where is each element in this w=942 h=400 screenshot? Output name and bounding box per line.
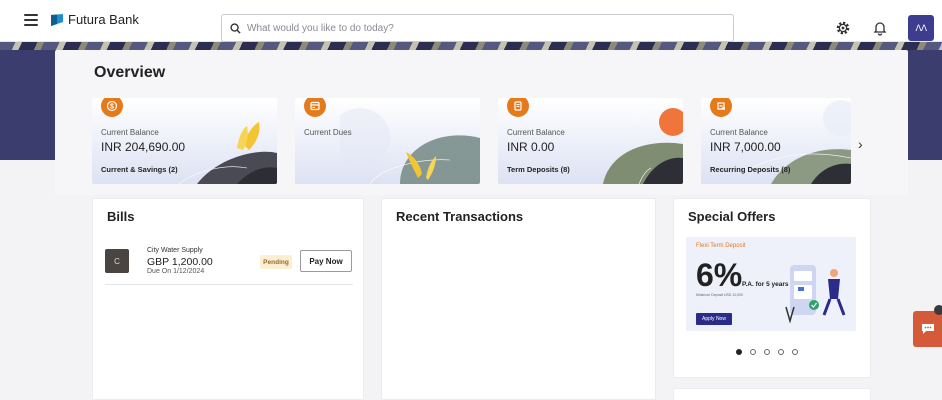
top-bar: Futura Bank ΛΛ: [0, 0, 942, 42]
card-label: Current Balance: [507, 128, 565, 137]
brand-name[interactable]: Futura Bank: [68, 12, 139, 27]
biller-name: City Water Supply: [147, 247, 203, 254]
carousel-dot[interactable]: [778, 349, 784, 355]
offer-period: P.A. for 5 years: [742, 281, 789, 288]
offer-tag: Flexi Term Deposit: [696, 243, 746, 249]
overview-card-current-savings[interactable]: $ Current Balance INR 204,690.00 Current…: [92, 98, 277, 184]
bill-amount: GBP 1,200.00: [147, 256, 213, 268]
search-input[interactable]: [247, 22, 707, 34]
offer-banner[interactable]: Flexi Term Deposit 6% P.A. for 5 years M…: [686, 237, 856, 331]
overview-card-term-deposits[interactable]: Current Balance INR 0.00 Term Deposits (…: [498, 98, 683, 184]
svg-text:$: $: [110, 104, 114, 111]
card-subtitle: Recurring Deposits (8): [710, 165, 791, 174]
overview-section: Overview $ Current Balance INR 204,690.0…: [55, 50, 908, 195]
bill-due-date: Due On 1/12/2024: [147, 268, 205, 275]
bills-title: Bills: [107, 209, 135, 224]
offer-minimum: Minimum Deposit USD 10,000: [696, 293, 744, 297]
pay-now-button[interactable]: Pay Now: [300, 250, 352, 272]
credit-card-icon: [304, 98, 326, 117]
recent-transactions-card: Recent Transactions: [381, 198, 656, 400]
bill-item: C City Water Supply GBP 1,200.00 Due On …: [105, 245, 353, 285]
card-decoration: [340, 108, 480, 184]
chat-button[interactable]: [913, 311, 942, 347]
card-amount: INR 204,690.00: [101, 140, 186, 154]
carousel-dot[interactable]: [792, 349, 798, 355]
deposit-icon: [507, 98, 529, 117]
menu-icon[interactable]: [24, 14, 38, 26]
special-offers-card: Special Offers Flexi Term Deposit 6% P.A…: [673, 198, 871, 378]
card-amount: INR 7,000.00: [710, 140, 781, 154]
bills-card: Bills C City Water Supply GBP 1,200.00 D…: [92, 198, 364, 400]
dollar-coin-icon: $: [101, 98, 123, 117]
overview-card-current-dues[interactable]: Current Dues: [295, 98, 480, 184]
notification-bell-icon[interactable]: [873, 20, 887, 36]
card-subtitle: Current & Savings (2): [101, 165, 178, 174]
overview-card-recurring-deposits[interactable]: Current Balance INR 7,000.00 Recurring D…: [701, 98, 851, 184]
recurring-deposit-icon: [710, 98, 732, 117]
special-offers-title: Special Offers: [688, 209, 776, 224]
carousel-dot[interactable]: [736, 349, 742, 355]
card-amount: INR 0.00: [507, 140, 555, 154]
offer-illustration: [785, 265, 846, 323]
biller-logo: C: [105, 249, 129, 273]
card-label: Current Balance: [710, 128, 768, 137]
apply-now-button[interactable]: Apply Now: [696, 313, 732, 325]
search-bar[interactable]: [221, 14, 734, 42]
search-icon: [230, 22, 241, 34]
banner-pattern: [0, 42, 942, 50]
card-label: Current Balance: [101, 128, 159, 137]
bank-logo-icon[interactable]: [50, 13, 64, 27]
user-avatar[interactable]: ΛΛ: [908, 15, 934, 41]
settings-gear-icon[interactable]: [836, 21, 850, 35]
carousel-dots: [736, 349, 798, 355]
chat-icon: [921, 324, 934, 334]
chat-notification-badge: [934, 305, 942, 315]
card-subtitle: Term Deposits (8): [507, 165, 570, 174]
recent-transactions-title: Recent Transactions: [396, 209, 524, 224]
status-badge: Pending: [260, 255, 292, 269]
card-label: Current Dues: [304, 128, 352, 137]
offer-rate: 6%: [696, 257, 743, 293]
overview-title: Overview: [94, 64, 166, 81]
next-card: [673, 388, 871, 400]
carousel-dot[interactable]: [750, 349, 756, 355]
chevron-right-icon[interactable]: ›: [858, 136, 863, 152]
carousel-dot[interactable]: [764, 349, 770, 355]
